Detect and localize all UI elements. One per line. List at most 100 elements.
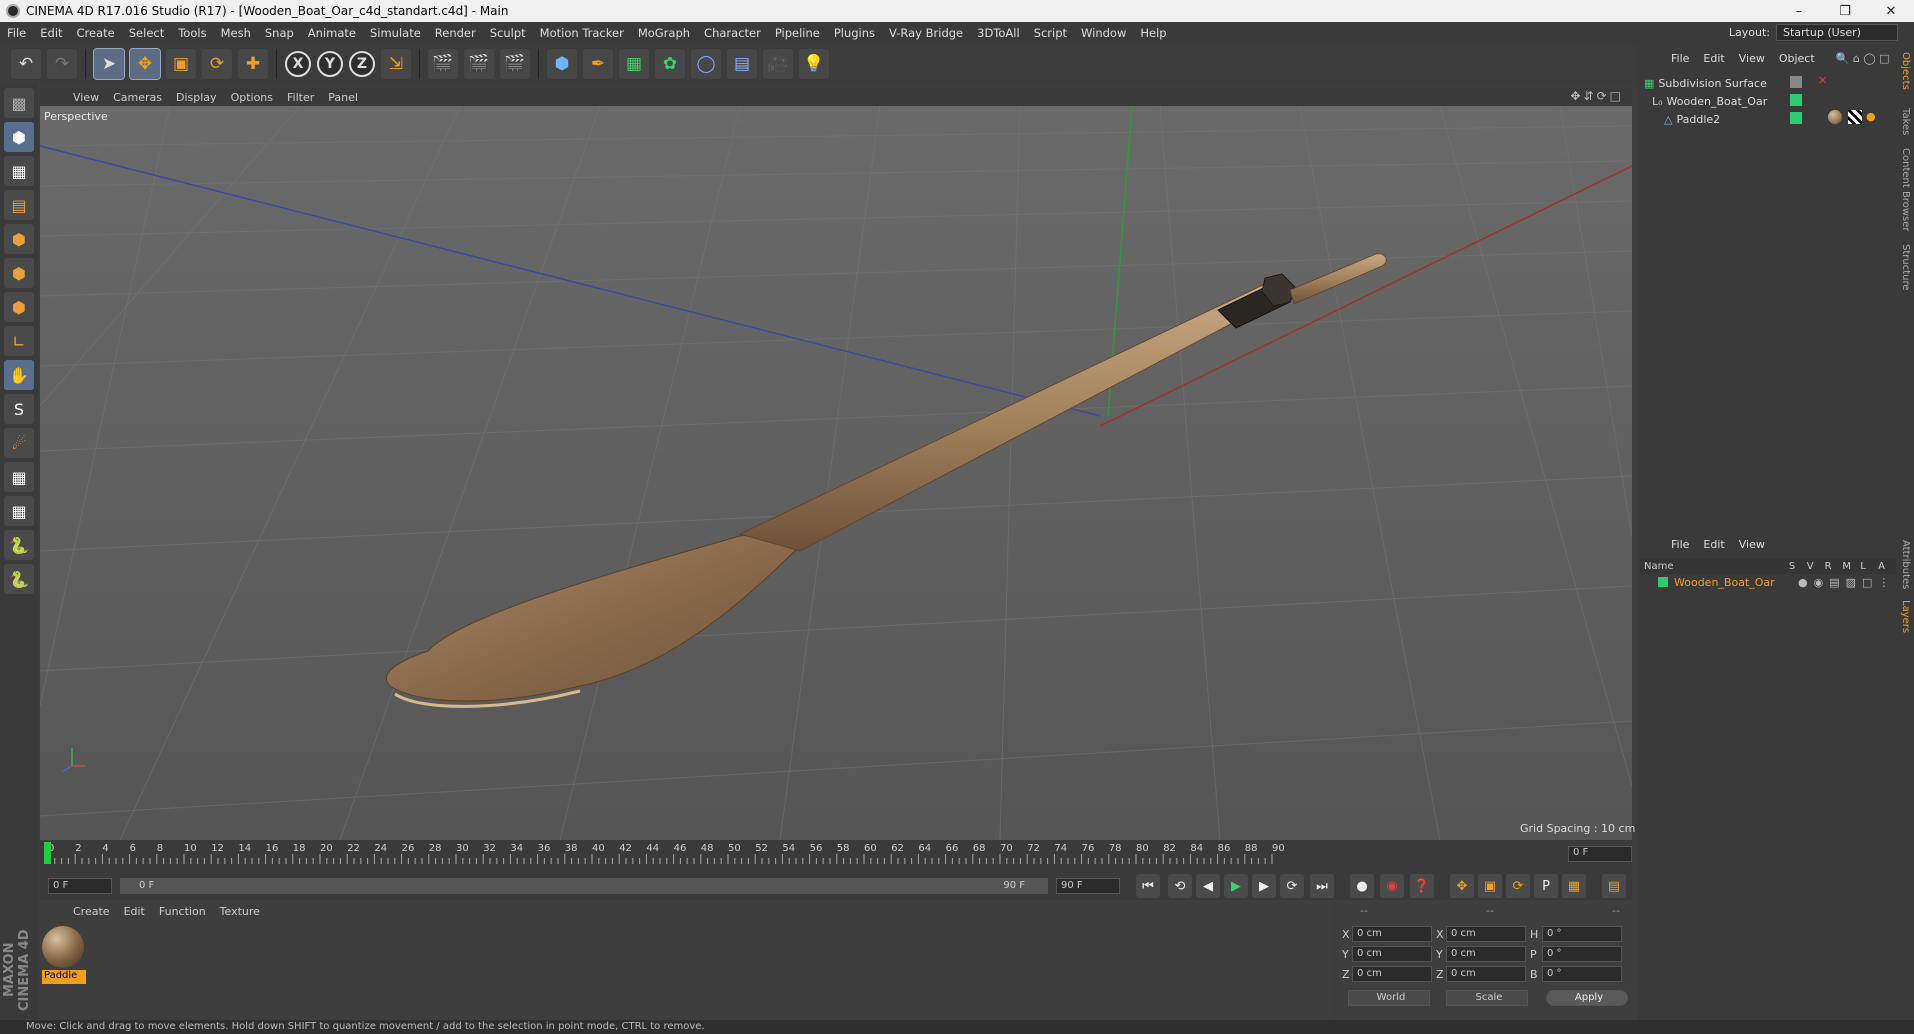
light-icon[interactable]: 💡: [799, 49, 829, 79]
workplane-mode-icon[interactable]: ▤: [4, 190, 34, 220]
axis-mode-icon[interactable]: ∟: [4, 326, 34, 356]
render-view-icon[interactable]: 🎬: [428, 49, 458, 79]
timeline-ruler[interactable]: 0 2 4 6 8 10 12 14 16 18 20 22 24 26 28 30 32 34 36 38 40 42 4…: [40, 840, 1632, 872]
key-parameter-icon[interactable]: P: [1534, 874, 1558, 898]
texture-mode-icon[interactable]: ▦: [4, 156, 34, 186]
menu-plugins[interactable]: Plugins: [827, 26, 882, 40]
key-position-icon[interactable]: ✥: [1450, 874, 1474, 898]
subdivision-surface-icon[interactable]: ▦: [619, 49, 649, 79]
key-scale-icon[interactable]: ▣: [1478, 874, 1502, 898]
coord-size-z-field[interactable]: 0 cm: [1446, 966, 1526, 982]
menu-motion-tracker[interactable]: Motion Tracker: [533, 26, 631, 40]
cube-primitive-icon[interactable]: ⬢: [547, 49, 577, 79]
pen-spline-icon[interactable]: ✒: [583, 49, 613, 79]
menu-snap[interactable]: Snap: [258, 26, 301, 40]
coordinate-system-icon[interactable]: ⇲: [381, 49, 411, 79]
material-name-label[interactable]: Paddle: [42, 970, 86, 984]
object-row-wooden-boat-oar[interactable]: L₀ Wooden_Boat_Oar: [1640, 92, 1790, 110]
layer-color-swatch[interactable]: [1790, 94, 1802, 106]
apply-button[interactable]: Apply: [1546, 990, 1628, 1006]
viewport-menu-filter[interactable]: Filter: [280, 91, 321, 104]
viewport-menu-panel[interactable]: Panel: [321, 91, 365, 104]
object-manager-tool-icons[interactable]: 🔍 ⌂ ◯ □: [1836, 52, 1890, 65]
menu-script[interactable]: Script: [1027, 26, 1074, 40]
undo-icon[interactable]: ↶: [11, 49, 41, 79]
side-tab-attributes[interactable]: Attributes: [1900, 540, 1911, 589]
timeline-layout-icon[interactable]: ▤: [1602, 874, 1626, 898]
layer-row-wooden-boat-oar[interactable]: Wooden_Boat_Oar ●◉▤▨□⋮: [1640, 574, 1896, 590]
coord-position-x-field[interactable]: 0 cm: [1352, 926, 1432, 942]
menu-sculpt[interactable]: Sculpt: [483, 26, 533, 40]
python-script-icon[interactable]: 🐍: [4, 530, 34, 560]
menu-simulate[interactable]: Simulate: [363, 26, 428, 40]
end-frame-field[interactable]: 90 F: [1056, 878, 1120, 894]
object-row-paddle2[interactable]: △ Paddle2: [1640, 110, 1790, 128]
menu-animate[interactable]: Animate: [301, 26, 363, 40]
enable-toggle-icon[interactable]: ✕: [1818, 74, 1827, 87]
layer-menu-view[interactable]: View: [1732, 538, 1772, 551]
next-key-icon[interactable]: ⟳: [1280, 874, 1304, 898]
viewport-navigation-icons[interactable]: ✥⇵⟳□: [1570, 89, 1624, 103]
material-menu-create[interactable]: Create: [66, 905, 117, 918]
material-menu-edit[interactable]: Edit: [117, 905, 152, 918]
material-menu-function[interactable]: Function: [152, 905, 213, 918]
viewport-menu-view[interactable]: View: [66, 91, 106, 104]
key-pla-icon[interactable]: ▦: [1562, 874, 1586, 898]
menu-render[interactable]: Render: [428, 26, 483, 40]
previous-key-icon[interactable]: ⟲: [1168, 874, 1192, 898]
uvw-tag-icon[interactable]: [1848, 110, 1862, 124]
coord-size-x-field[interactable]: 0 cm: [1446, 926, 1526, 942]
menu-3dtoall[interactable]: 3DToAll: [970, 26, 1027, 40]
material-tag-icon[interactable]: [1828, 110, 1842, 124]
previous-frame-icon[interactable]: ◀: [1196, 874, 1220, 898]
coord-size-y-field[interactable]: 0 cm: [1446, 946, 1526, 962]
material-menu-texture[interactable]: Texture: [213, 905, 267, 918]
auto-keying-icon[interactable]: ❓: [1410, 874, 1434, 898]
restore-icon[interactable]: ❐: [1822, 0, 1868, 22]
layer-menu-edit[interactable]: Edit: [1696, 538, 1731, 551]
menu-select[interactable]: Select: [122, 26, 171, 40]
x-axis-lock-icon[interactable]: X: [285, 51, 311, 77]
camera-icon[interactable]: 🎥: [763, 49, 793, 79]
scale-tool-icon[interactable]: ▣: [166, 49, 196, 79]
current-frame-field[interactable]: 0 F: [1568, 846, 1632, 862]
go-to-end-icon[interactable]: ⏭: [1310, 874, 1334, 898]
layer-menu-file[interactable]: File: [1664, 538, 1696, 551]
visibility-toggle[interactable]: [1790, 76, 1802, 88]
object-row-subdivision-surface[interactable]: ▦ Subdivision Surface: [1640, 74, 1790, 92]
menu-create[interactable]: Create: [70, 26, 122, 40]
menu-help[interactable]: Help: [1133, 26, 1173, 40]
points-mode-icon[interactable]: ⬢: [4, 224, 34, 254]
transform-tool-icon[interactable]: ✚: [238, 49, 268, 79]
coord-rotation-b-field[interactable]: 0 °: [1542, 966, 1622, 982]
render-settings-icon[interactable]: 🎬: [500, 49, 530, 79]
snap-icon[interactable]: ☄: [4, 428, 34, 458]
floor-environment-icon[interactable]: ▤: [727, 49, 757, 79]
minimize-icon[interactable]: –: [1776, 0, 1822, 22]
3d-viewport[interactable]: [40, 106, 1632, 840]
key-rotation-icon[interactable]: ⟳: [1506, 874, 1530, 898]
layout-dropdown[interactable]: Startup (User): [1776, 24, 1898, 41]
workplane-align-icon[interactable]: ▦: [4, 496, 34, 526]
side-tab-content-browser[interactable]: Content Browser: [1900, 148, 1911, 231]
keyframe-selection-icon[interactable]: ●: [1350, 874, 1374, 898]
coordinate-mode-dropdown[interactable]: World: [1348, 990, 1430, 1006]
workplane-lock-icon[interactable]: ▦: [4, 462, 34, 492]
python-script-2-icon[interactable]: 🐍: [4, 564, 34, 594]
menu-file[interactable]: File: [0, 26, 33, 40]
size-mode-dropdown[interactable]: Scale: [1446, 990, 1528, 1006]
side-tab-structure[interactable]: Structure: [1900, 244, 1911, 291]
layer-color-swatch[interactable]: [1658, 577, 1668, 587]
y-axis-lock-icon[interactable]: Y: [317, 51, 343, 77]
layer-color-swatch[interactable]: [1790, 112, 1802, 124]
coord-rotation-p-field[interactable]: 0 °: [1542, 946, 1622, 962]
viewport-menu-options[interactable]: Options: [224, 91, 280, 104]
menu-mesh[interactable]: Mesh: [214, 26, 258, 40]
next-frame-icon[interactable]: ▶: [1252, 874, 1276, 898]
go-to-start-icon[interactable]: ⏮: [1136, 874, 1160, 898]
side-tab-takes[interactable]: Takes: [1900, 108, 1911, 135]
menu-mograph[interactable]: MoGraph: [631, 26, 697, 40]
phong-tag-icon[interactable]: ●: [1866, 110, 1876, 123]
object-menu-edit[interactable]: Edit: [1696, 52, 1731, 65]
menu-edit[interactable]: Edit: [33, 26, 69, 40]
